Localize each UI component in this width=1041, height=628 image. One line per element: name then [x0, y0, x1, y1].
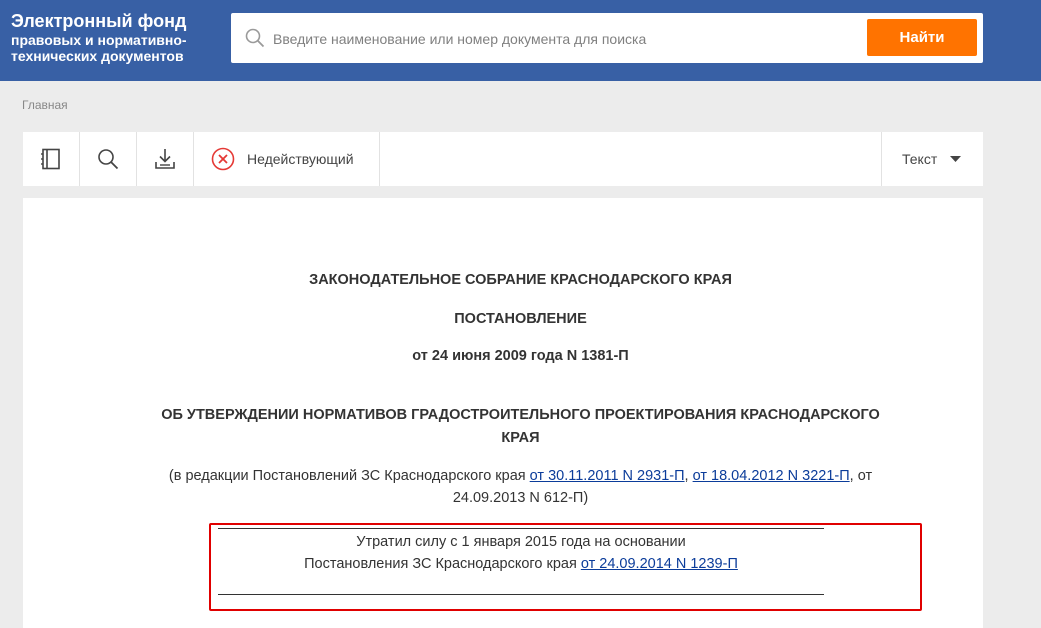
- document-type: ПОСТАНОВЛЕНИЕ: [454, 311, 587, 327]
- revision-line-1: (в редакции Постановлений ЗС Краснодарск…: [23, 468, 1018, 484]
- site-header: Электронный фонд правовых и нормативно- …: [0, 0, 1041, 81]
- status-label: Недействующий: [247, 151, 354, 167]
- chevron-down-icon: [950, 155, 962, 162]
- repeal-link[interactable]: от 24.09.2014 N 1239-П: [581, 556, 738, 572]
- notice-top-rule: [218, 528, 824, 529]
- document-status[interactable]: Недействующий: [194, 132, 380, 186]
- search-input[interactable]: [271, 25, 855, 53]
- document-body: ЗАКОНОДАТЕЛЬНОЕ СОБРАНИЕ КРАСНОДАРСКОГО …: [23, 198, 983, 628]
- document-toolbar: Недействующий Текст: [23, 132, 983, 186]
- notice-bottom-rule: [218, 594, 824, 595]
- repeal-notice-highlight: Утратил силу с 1 января 2015 года на осн…: [209, 523, 922, 611]
- logo-line-1: Электронный фонд: [11, 11, 187, 31]
- document-authority: ЗАКОНОДАТЕЛЬНОЕ СОБРАНИЕ КРАСНОДАРСКОГО …: [309, 272, 732, 288]
- search-bar: Найти: [231, 13, 983, 63]
- breadcrumb-home[interactable]: Главная: [22, 98, 68, 112]
- site-logo[interactable]: Электронный фонд правовых и нормативно- …: [11, 10, 187, 64]
- document-title-line-2: КРАЯ: [501, 430, 540, 446]
- revision-link-2011[interactable]: от 30.11.2011 N 2931-П: [530, 468, 685, 484]
- book-icon: [41, 148, 60, 170]
- logo-line-3: технических документов: [11, 48, 184, 64]
- contents-button[interactable]: [23, 132, 80, 186]
- view-mode-label: Текст: [902, 151, 938, 167]
- search-icon: [245, 28, 265, 48]
- view-mode-dropdown[interactable]: Текст: [881, 132, 984, 186]
- breadcrumb[interactable]: Главная: [22, 98, 68, 112]
- document-date-number: от 24 июня 2009 года N 1381-П: [412, 348, 629, 364]
- revision-prefix: (в редакции Постановлений ЗС Краснодарск…: [168, 468, 530, 484]
- document-title-line-1: ОБ УТВЕРЖДЕНИИ НОРМАТИВОВ ГРАДОСТРОИТЕЛЬ…: [161, 407, 880, 423]
- repeal-notice-line-2: Постановления ЗС Краснодарского края от …: [211, 556, 831, 572]
- revision-suffix: , от: [849, 468, 873, 484]
- search-icon: [98, 149, 119, 170]
- notice-prefix: Постановления ЗС Краснодарского края: [304, 556, 581, 572]
- invalid-status-icon: [211, 147, 235, 171]
- find-in-document-button[interactable]: [80, 132, 137, 186]
- search-button[interactable]: Найти: [867, 19, 977, 56]
- repeal-notice-line-1: Утратил силу с 1 января 2015 года на осн…: [356, 534, 686, 550]
- revision-line-2: 24.09.2013 N 612-П): [452, 490, 589, 506]
- revision-separator: ,: [684, 468, 693, 484]
- logo-line-2: правовых и нормативно-: [11, 32, 187, 48]
- download-button[interactable]: [137, 132, 194, 186]
- revision-link-2012[interactable]: от 18.04.2012 N 3221-П: [693, 468, 850, 484]
- download-icon: [155, 149, 175, 169]
